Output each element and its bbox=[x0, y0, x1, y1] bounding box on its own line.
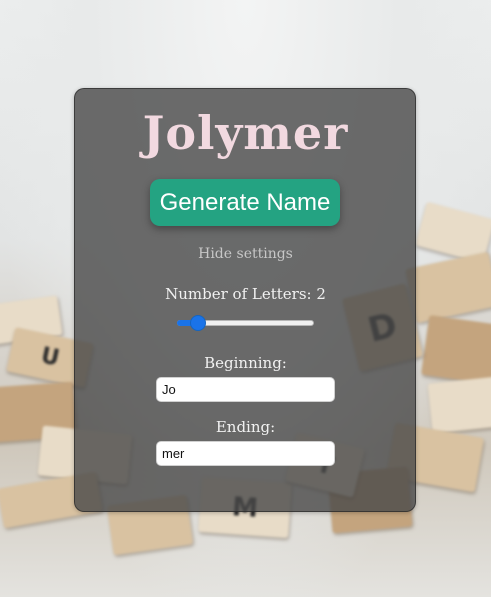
beginning-input[interactable] bbox=[156, 377, 335, 402]
background-tile bbox=[421, 315, 491, 385]
ending-input[interactable] bbox=[156, 441, 335, 466]
ending-label: Ending: bbox=[215, 418, 276, 436]
app-title: Jolymer bbox=[142, 106, 349, 160]
slider-thumb[interactable] bbox=[190, 315, 207, 331]
letters-slider[interactable] bbox=[175, 312, 316, 334]
beginning-label: Beginning: bbox=[204, 354, 287, 372]
hide-settings-link[interactable]: Hide settings bbox=[0, 246, 491, 262]
generate-name-button[interactable]: Generate Name bbox=[150, 179, 340, 226]
number-of-letters-label: Number of Letters: 2 bbox=[165, 285, 326, 303]
